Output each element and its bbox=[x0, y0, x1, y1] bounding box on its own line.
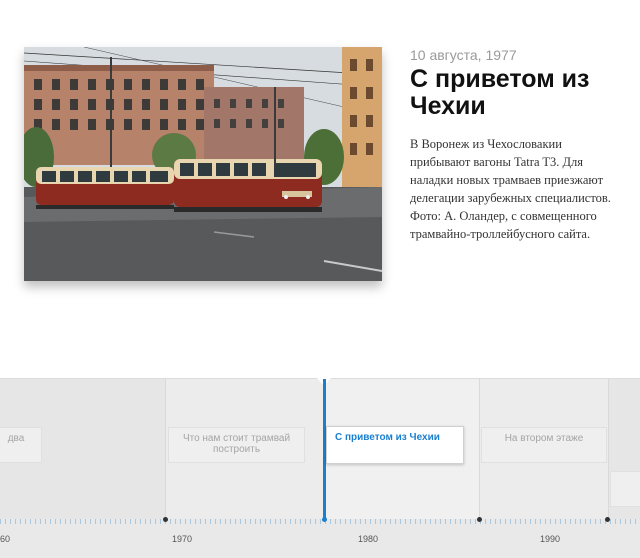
timeline-event-flag-active[interactable]: С приветом из Чехии bbox=[326, 426, 464, 464]
event-title: С приветом из Чехии bbox=[410, 65, 590, 120]
timeline-event-flag[interactable]: два bbox=[0, 427, 42, 463]
ruler-dot-active bbox=[322, 517, 327, 522]
timeline-divider bbox=[479, 379, 480, 519]
tram-photo-image bbox=[24, 47, 382, 281]
year-label: 60 bbox=[0, 534, 11, 544]
event-description: В Воронеж из Чехословакии прибывают ваго… bbox=[410, 137, 611, 241]
year-label: 1980 bbox=[358, 534, 379, 544]
ruler-dot bbox=[605, 517, 610, 522]
timeline-divider bbox=[608, 379, 609, 519]
event-slide: 10 августа, 1977 С приветом из Чехии В В… bbox=[0, 0, 640, 378]
timeline-divider bbox=[165, 379, 166, 519]
timeline[interactable]: два Что нам стоит трамвай построить С пр… bbox=[0, 378, 640, 558]
timeline-event-flag[interactable] bbox=[610, 471, 640, 507]
timeline-ruler[interactable] bbox=[0, 519, 640, 524]
event-date: 10 августа, 1977 bbox=[410, 47, 517, 63]
event-photo[interactable] bbox=[24, 47, 382, 281]
timeline-event-flag[interactable]: На втором этаже bbox=[481, 427, 607, 463]
ruler-dot bbox=[163, 517, 168, 522]
timeline-event-flag[interactable]: Что нам стоит трамвай построить bbox=[168, 427, 305, 463]
year-label: 1970 bbox=[172, 534, 193, 544]
ruler-dot bbox=[477, 517, 482, 522]
year-label: 1990 bbox=[540, 534, 561, 544]
